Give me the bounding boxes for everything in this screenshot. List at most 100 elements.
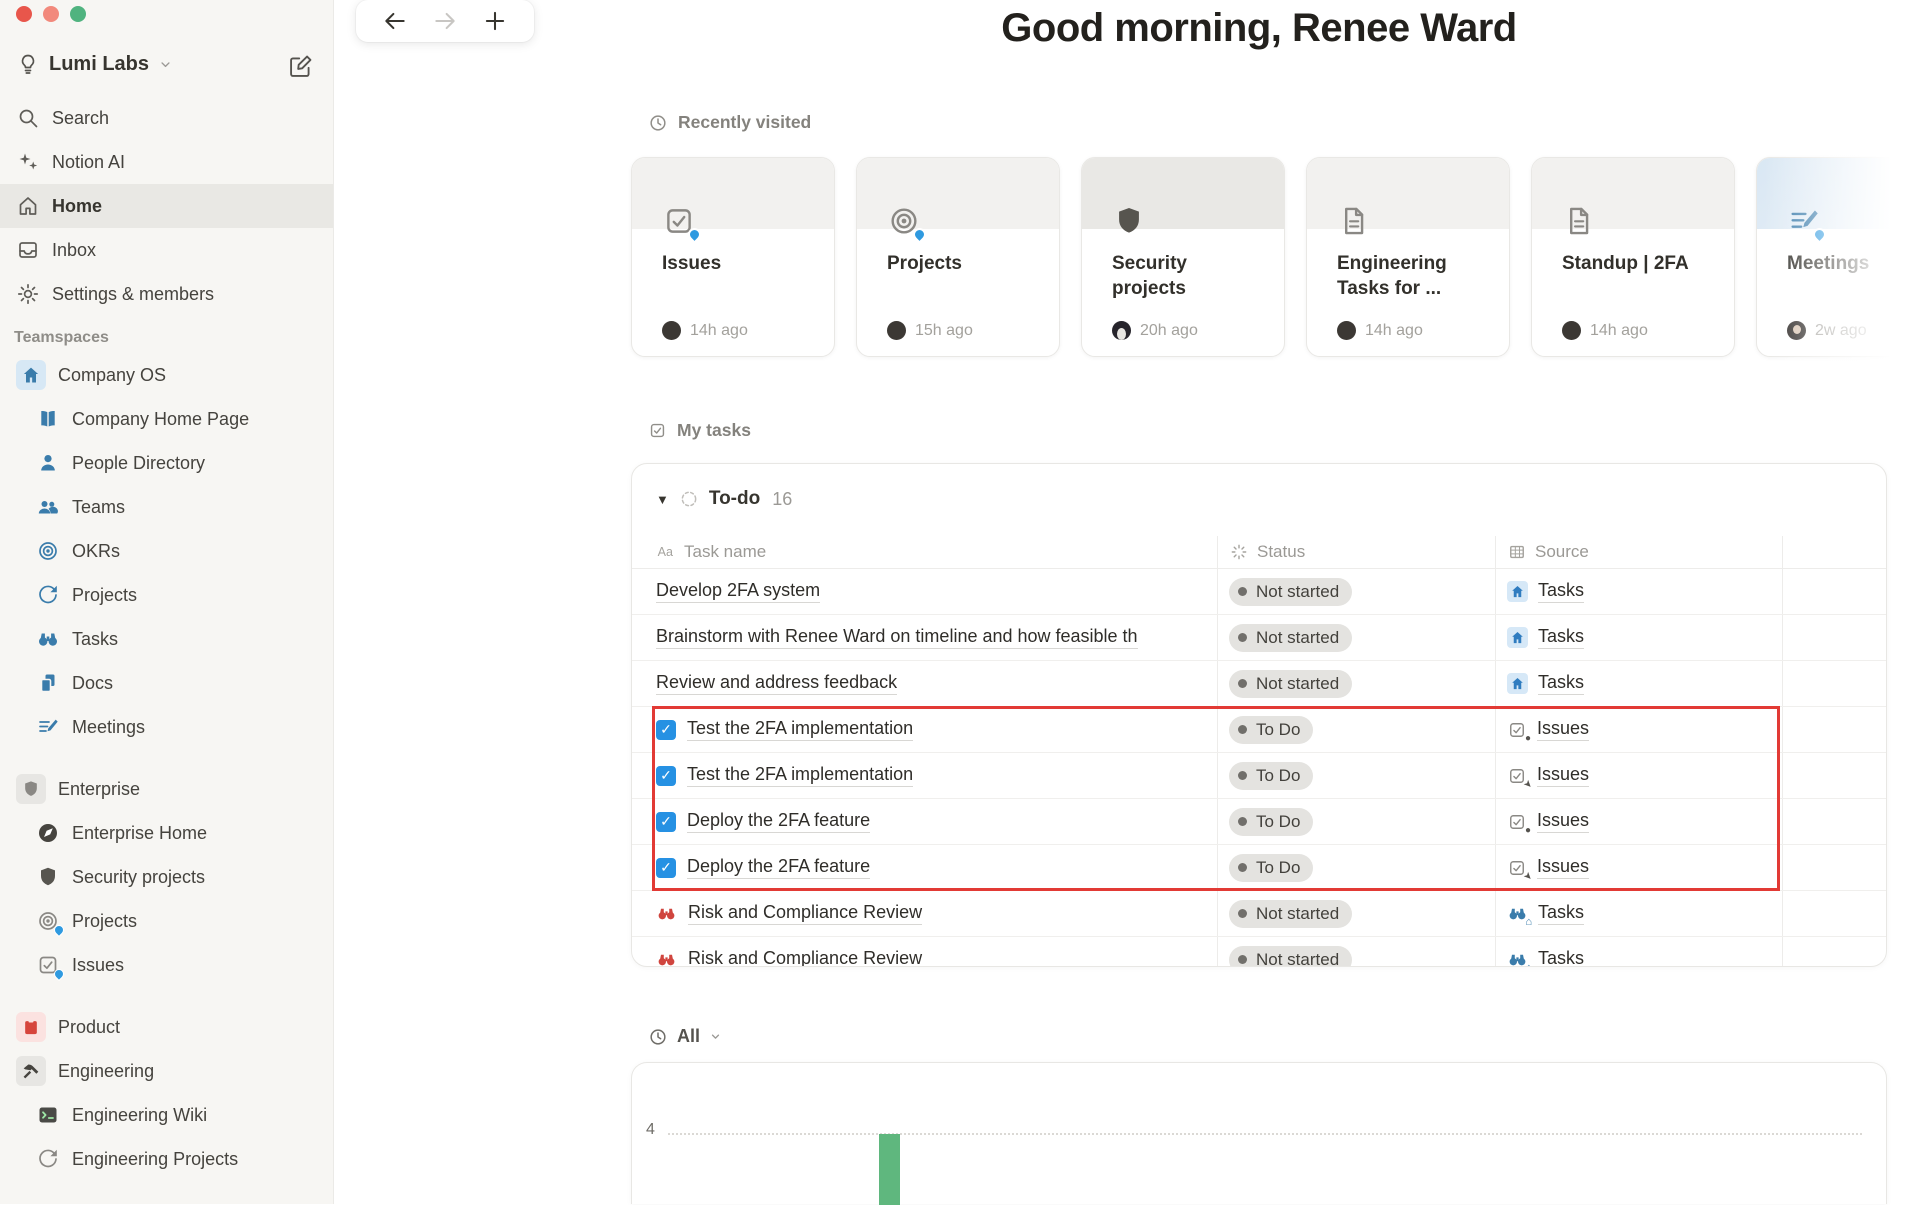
status-cell[interactable]: To Do [1229, 707, 1314, 752]
forward-arrow-icon[interactable] [432, 8, 458, 34]
source-cell[interactable]: Tasks [1507, 569, 1585, 614]
source-label[interactable]: Tasks [1538, 672, 1585, 695]
column-header-status[interactable]: Status [1229, 536, 1305, 568]
todo-group-header[interactable]: ▼ To-do 16 [656, 488, 792, 510]
status-badge[interactable]: Not started [1229, 623, 1353, 652]
task-name[interactable]: Develop 2FA system [656, 580, 821, 603]
status-cell[interactable]: To Do [1229, 799, 1314, 844]
zoom-window-button[interactable] [70, 6, 86, 22]
status-cell[interactable]: Not started [1229, 937, 1353, 966]
task-name-cell[interactable]: ✓ Test the 2FA implementation [656, 753, 1186, 798]
status-badge[interactable]: Not started [1229, 945, 1353, 966]
task-name-cell[interactable]: Develop 2FA system [656, 569, 1186, 614]
source-cell[interactable]: ⌂ Tasks [1507, 937, 1584, 966]
status-badge[interactable]: To Do [1229, 715, 1314, 744]
task-name-cell[interactable]: ✓ Test the 2FA implementation [656, 707, 1186, 752]
sidebar-item-projects[interactable]: Projects [0, 899, 333, 943]
status-cell[interactable]: To Do [1229, 845, 1314, 890]
source-label[interactable]: Issues [1537, 810, 1590, 833]
source-label[interactable]: Issues [1537, 764, 1590, 787]
task-name[interactable]: Deploy the 2FA feature [687, 856, 871, 879]
recent-card-issues[interactable]: Issues 14h ago [631, 157, 835, 357]
close-window-button[interactable] [16, 6, 32, 22]
recent-card-security-projects[interactable]: Security projects 20h ago [1081, 157, 1285, 357]
sidebar-item-tasks[interactable]: Tasks [0, 617, 333, 661]
sidebar-item-inbox[interactable]: Inbox [0, 228, 333, 272]
sidebar-item-settings-members[interactable]: Settings & members [0, 272, 333, 316]
sidebar-item-docs[interactable]: Docs [0, 661, 333, 705]
source-cell[interactable]: ● Issues [1507, 707, 1590, 752]
sidebar-item-teams[interactable]: Teams [0, 485, 333, 529]
task-checkbox-checked[interactable]: ✓ [656, 857, 676, 878]
sidebar-item-issues[interactable]: Issues [0, 943, 333, 987]
chart-filter[interactable]: All [648, 1026, 722, 1047]
source-cell[interactable]: ➤ Issues [1507, 845, 1590, 890]
task-checkbox-checked[interactable]: ✓ [656, 765, 676, 786]
recent-card-meetings[interactable]: Meetings 2w ago [1756, 157, 1920, 357]
sidebar-item-meetings[interactable]: Meetings [0, 705, 333, 749]
task-name-cell[interactable]: Risk and Compliance Review [656, 891, 1186, 936]
source-cell[interactable]: ➤ Issues [1507, 753, 1590, 798]
status-badge[interactable]: Not started [1229, 577, 1353, 606]
source-label[interactable]: Tasks [1538, 948, 1584, 966]
sidebar-item-engineering-wiki[interactable]: Engineering Wiki [0, 1093, 333, 1137]
source-label[interactable]: Issues [1537, 856, 1590, 879]
task-name[interactable]: Risk and Compliance Review [688, 948, 922, 966]
column-header-task-name[interactable]: Aa Task name [656, 536, 767, 568]
sidebar-item-enterprise[interactable]: Enterprise [0, 767, 333, 811]
sidebar-item-home[interactable]: Home [0, 184, 333, 228]
collapse-triangle-icon[interactable]: ▼ [656, 492, 669, 507]
source-label[interactable]: Tasks [1538, 580, 1585, 603]
recent-card-projects[interactable]: Projects 15h ago [856, 157, 1060, 357]
status-badge[interactable]: To Do [1229, 807, 1314, 836]
workspace-switcher[interactable]: Lumi Labs [10, 48, 179, 80]
sidebar-item-projects[interactable]: Projects [0, 573, 333, 617]
task-checkbox-checked[interactable]: ✓ [656, 719, 676, 740]
task-name-cell[interactable]: ✓ Deploy the 2FA feature [656, 845, 1186, 890]
bar-segment[interactable] [879, 1134, 900, 1205]
status-cell[interactable]: To Do [1229, 753, 1314, 798]
status-cell[interactable]: Not started [1229, 891, 1353, 936]
source-cell[interactable]: Tasks [1507, 615, 1585, 660]
task-name[interactable]: Test the 2FA implementation [687, 718, 914, 741]
new-page-button[interactable] [287, 52, 315, 80]
task-name[interactable]: Brainstorm with Renee Ward on timeline a… [656, 626, 1138, 649]
sidebar-item-people-directory[interactable]: People Directory [0, 441, 333, 485]
plus-icon[interactable] [482, 8, 508, 34]
source-cell[interactable]: ⌂ Tasks [1507, 891, 1585, 936]
sidebar-item-product[interactable]: Product [0, 1005, 333, 1049]
source-label[interactable]: Tasks [1538, 626, 1585, 649]
sidebar-item-company-os[interactable]: Company OS [0, 353, 333, 397]
recent-card-engineering-tasks-for-[interactable]: Engineering Tasks for ... 14h ago [1306, 157, 1510, 357]
minimize-window-button[interactable] [43, 6, 59, 22]
sidebar-item-search[interactable]: Search [0, 96, 333, 140]
source-cell[interactable]: Tasks [1507, 661, 1585, 706]
source-label[interactable]: Issues [1537, 718, 1590, 741]
task-name-cell[interactable]: Brainstorm with Renee Ward on timeline a… [656, 615, 1186, 660]
status-badge[interactable]: To Do [1229, 853, 1314, 882]
sidebar-item-company-home-page[interactable]: Company Home Page [0, 397, 333, 441]
task-name-cell[interactable]: Risk and Compliance Review [656, 937, 1186, 966]
sidebar-item-security-projects[interactable]: Security projects [0, 855, 333, 899]
sidebar-item-enterprise-home[interactable]: Enterprise Home [0, 811, 333, 855]
task-name[interactable]: Deploy the 2FA feature [687, 810, 871, 833]
task-name-cell[interactable]: Review and address feedback [656, 661, 1186, 706]
source-cell[interactable]: ● Issues [1507, 799, 1590, 844]
status-badge[interactable]: To Do [1229, 761, 1314, 790]
sidebar-item-engineering-projects[interactable]: Engineering Projects [0, 1137, 333, 1181]
source-label[interactable]: Tasks [1538, 902, 1585, 925]
status-cell[interactable]: Not started [1229, 615, 1353, 660]
column-header-source[interactable]: Source [1507, 536, 1589, 568]
sidebar-item-okrs[interactable]: OKRs [0, 529, 333, 573]
sidebar-item-notion-ai[interactable]: Notion AI [0, 140, 333, 184]
status-badge[interactable]: Not started [1229, 669, 1353, 698]
task-name[interactable]: Test the 2FA implementation [687, 764, 914, 787]
recent-card-standup-2fa[interactable]: Standup | 2FA 14h ago [1531, 157, 1735, 357]
status-cell[interactable]: Not started [1229, 661, 1353, 706]
task-name[interactable]: Risk and Compliance Review [688, 902, 923, 925]
task-checkbox-checked[interactable]: ✓ [656, 811, 676, 832]
sidebar-item-engineering[interactable]: Engineering [0, 1049, 333, 1093]
back-arrow-icon[interactable] [382, 8, 408, 34]
status-badge[interactable]: Not started [1229, 899, 1353, 928]
task-name[interactable]: Review and address feedback [656, 672, 898, 695]
